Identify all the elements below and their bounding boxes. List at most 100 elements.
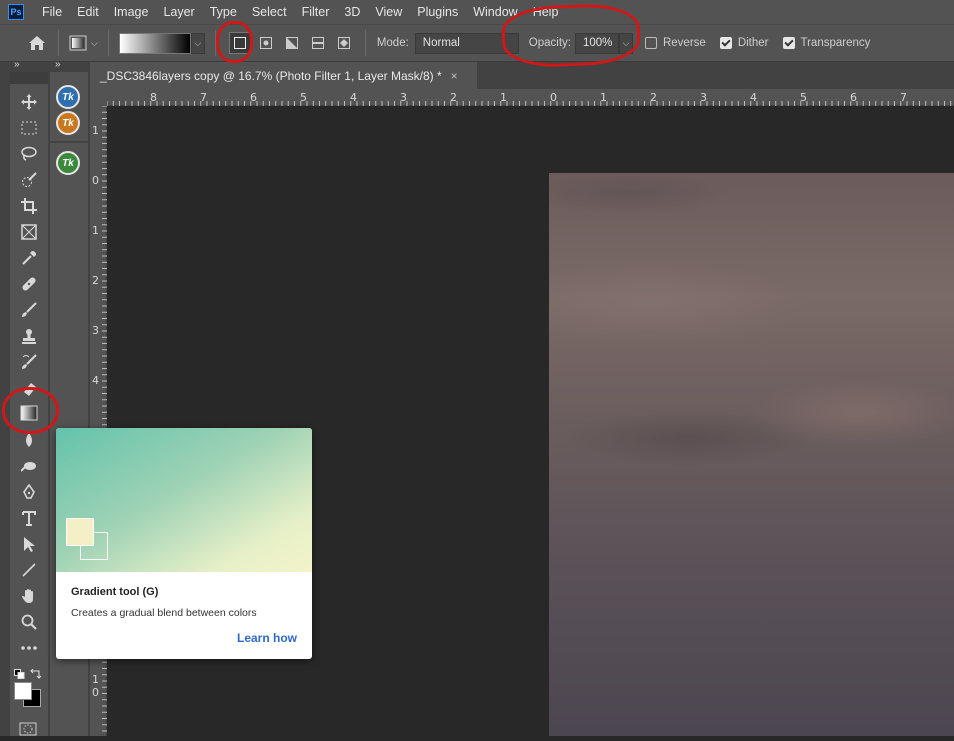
transparency-checkbox[interactable] [782,37,795,49]
plugin-tk-icon[interactable]: Tk [56,111,80,135]
reflected-gradient-icon[interactable] [307,32,329,54]
opacity-input[interactable]: 100% [574,32,619,54]
menu-view[interactable]: View [367,0,409,24]
hand-tool-icon[interactable] [10,584,48,608]
transparency-label: Transparency [800,37,871,49]
history-brush-tool-icon[interactable] [10,350,48,374]
close-icon[interactable]: × [451,69,458,83]
menu-bar: Ps File Edit Image Layer Type Select Fil… [0,0,954,24]
menu-select[interactable]: Select [244,0,294,24]
menu-help[interactable]: Help [525,0,566,24]
separator [58,30,59,56]
angle-gradient-icon[interactable] [281,32,303,54]
foreground-color-swatch[interactable] [14,682,32,700]
marquee-tool-icon[interactable] [10,116,48,140]
line-tool-icon[interactable] [10,558,48,582]
linear-gradient-icon[interactable] [228,32,251,54]
gradient-picker[interactable] [118,32,191,54]
learn-how-link[interactable]: Learn how [237,631,297,645]
ruler-label: 0 [550,91,557,104]
ruler-label: 6 [850,91,857,104]
lasso-tool-icon[interactable] [10,142,48,166]
menu-file[interactable]: File [34,0,69,24]
mode-label: Mode: [376,37,409,49]
reverse-checkbox[interactable] [644,37,657,49]
quick-selection-tool-icon[interactable] [10,168,48,192]
document-image[interactable] [549,173,954,736]
ruler-label: 1 [500,91,507,104]
zoom-tool-icon[interactable] [10,610,48,634]
ruler-label: 0 [92,686,99,699]
dither-checkbox[interactable] [719,37,732,49]
ruler-label: 1 [92,224,99,237]
menu-image[interactable]: Image [106,0,156,24]
menu-window[interactable]: Window [465,0,524,24]
ruler-label: 7 [900,91,907,104]
document-tab[interactable]: _DSC3846layers copy @ 16.7% (Photo Filte… [90,62,477,89]
quick-mask-icon[interactable] [19,722,37,736]
plugin-tk-icon[interactable]: Tk [56,151,80,175]
ruler-label: 2 [650,91,657,104]
tooltip-title: Gradient tool (G) [71,586,159,598]
menu-plugins[interactable]: Plugins [409,0,465,24]
ruler-label: 1 [92,673,99,686]
separator [107,30,109,56]
menu-edit[interactable]: Edit [69,0,106,24]
path-selection-tool-icon[interactable] [10,532,48,556]
foreground-swatch-illustration [66,518,94,546]
plugin-tk-icon[interactable]: Tk [56,85,80,109]
separator [214,30,216,56]
menu-3d[interactable]: 3D [336,0,367,24]
separator [364,30,366,56]
blur-tool-icon[interactable] [10,428,48,452]
more-tools-icon[interactable] [10,636,48,660]
menu-layer[interactable]: Layer [155,0,201,24]
healing-brush-tool-icon[interactable] [10,272,48,296]
ruler-label: 3 [400,91,407,104]
gradient-dropdown-button[interactable]: ⌵ [190,32,205,54]
ruler-label: 4 [350,91,357,104]
swap-colors-icon[interactable] [30,666,42,679]
ruler-label: 6 [250,91,257,104]
mode-select[interactable]: Normal [414,32,519,54]
ruler-label: 7 [200,91,207,104]
diamond-gradient-icon[interactable] [333,32,355,54]
radial-gradient-icon[interactable] [255,32,277,54]
crop-tool-icon[interactable] [10,194,48,218]
dither-label: Dither [737,37,769,49]
document-title: _DSC3846layers copy @ 16.7% (Photo Filte… [100,68,442,83]
ruler-label: 1 [600,91,607,104]
gradient-tool-icon[interactable] [10,401,48,425]
eraser-tool-icon[interactable] [10,376,48,400]
ruler-label: 5 [800,91,807,104]
move-tool-icon[interactable] [10,90,48,114]
collapse-tools-icon[interactable]: » [14,59,20,70]
ruler-label: 4 [92,374,99,387]
opacity-dropdown-button[interactable]: ⌵ [618,32,633,54]
collapse-dock-icon[interactable]: » [55,59,61,70]
tool-preset-picker-icon[interactable] [67,32,89,54]
tooltip-illustration [56,428,312,572]
frame-tool-icon[interactable] [10,220,48,244]
chevron-down-icon[interactable]: ⌵ [91,38,98,49]
pen-tool-icon[interactable] [10,480,48,504]
toolbar-handle[interactable] [10,72,48,84]
photoshop-logo-icon[interactable]: Ps [8,4,24,20]
dock-divider [50,141,88,143]
default-colors-icon[interactable] [14,666,26,679]
ruler-label: 2 [92,274,99,287]
clone-stamp-tool-icon[interactable] [10,324,48,348]
brush-tool-icon[interactable] [10,298,48,322]
tooltip-description: Creates a gradual blend between colors [71,607,257,619]
type-tool-icon[interactable] [10,506,48,530]
ruler-label: 2 [450,91,457,104]
options-bar: ⌵ ⌵ Mode: Normal Opacity: 100% ⌵ Reverse… [0,24,954,62]
ruler-label: 0 [92,174,99,187]
eyedropper-tool-icon[interactable] [10,246,48,270]
gradient-tool-tooltip: Gradient tool (G) Creates a gradual blen… [56,428,312,659]
ruler-origin[interactable] [90,89,107,106]
menu-filter[interactable]: Filter [294,0,337,24]
home-icon[interactable] [26,32,48,54]
menu-type[interactable]: Type [202,0,244,24]
dodge-tool-icon[interactable] [10,454,48,478]
